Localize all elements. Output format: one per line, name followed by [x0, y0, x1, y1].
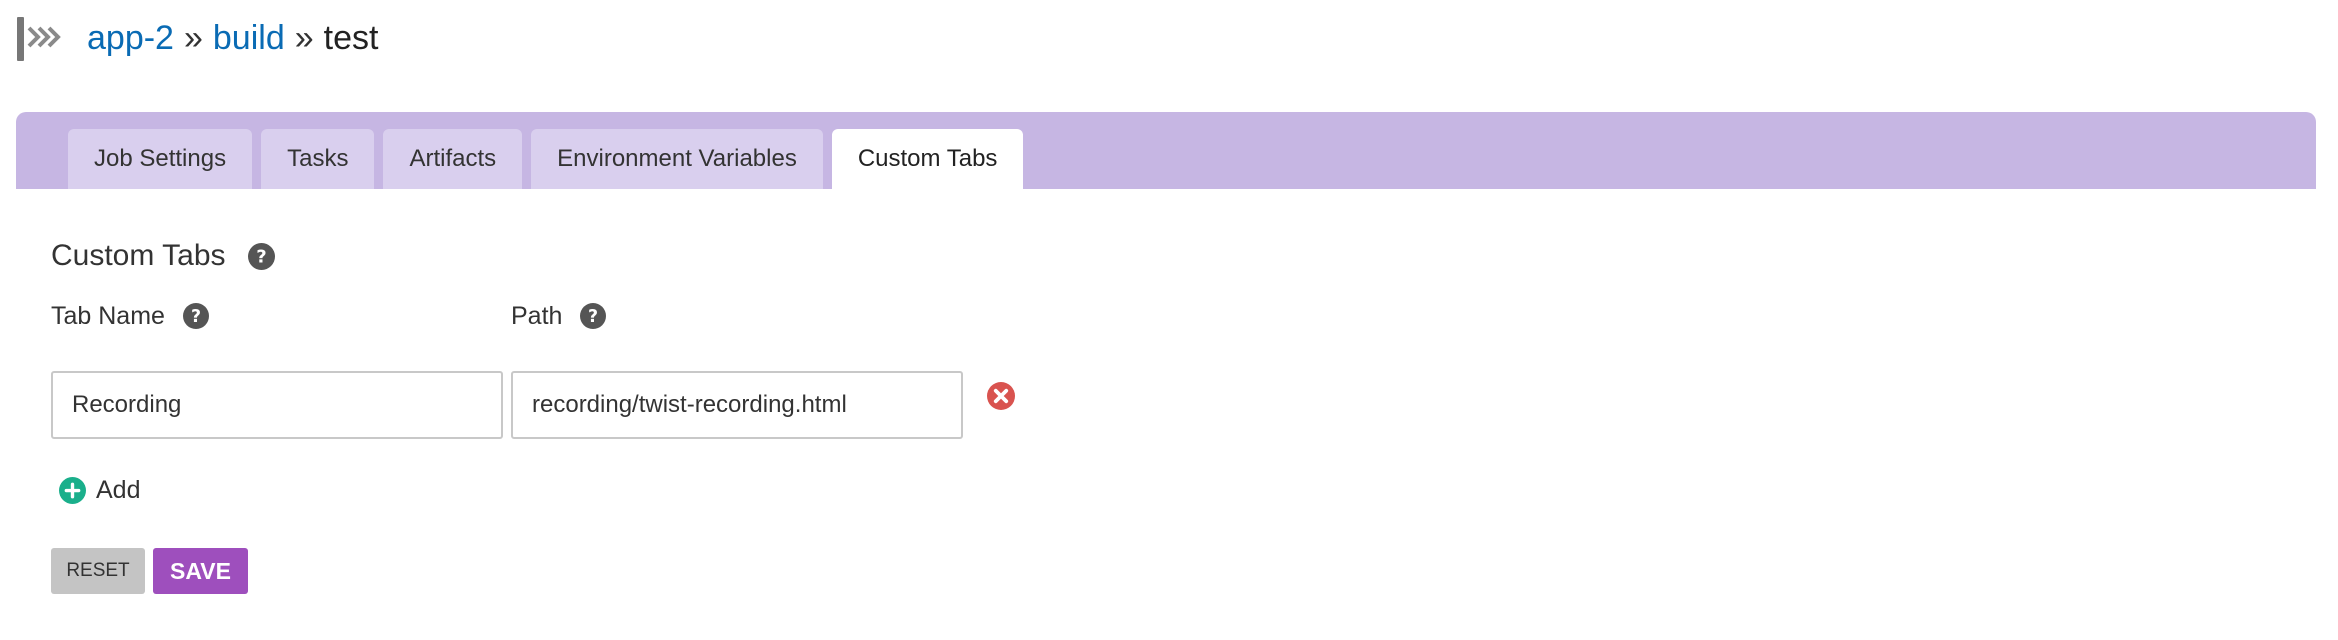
help-icon[interactable]: ? — [182, 303, 209, 329]
page-header: app-2 » build » test — [15, 12, 378, 64]
path-label: Path ? — [511, 296, 607, 336]
job-settings-tab-bar: Job Settings Tasks Artifacts Environment… — [16, 112, 2316, 189]
tab-name-input[interactable] — [51, 371, 503, 439]
custom-tabs-panel: Custom Tabs ? Tab Name ? Path ? Add — [51, 230, 1151, 594]
add-custom-tab-button[interactable]: Add — [59, 470, 140, 510]
section-title: Custom Tabs — [51, 239, 226, 272]
tab-custom-tabs[interactable]: Custom Tabs — [831, 129, 1024, 189]
reset-button[interactable]: RESET — [51, 548, 145, 594]
tab-artifacts[interactable]: Artifacts — [383, 129, 523, 189]
breadcrumb-separator: » — [183, 19, 203, 57]
tab-list: Job Settings Tasks Artifacts Environment… — [68, 129, 1024, 189]
breadcrumb: app-2 » build » test — [87, 21, 378, 55]
section-heading: Custom Tabs ? — [51, 230, 1151, 282]
tab-environment-variables[interactable]: Environment Variables — [531, 129, 823, 189]
custom-tab-row — [51, 371, 1015, 439]
save-button[interactable]: SAVE — [153, 548, 248, 594]
breadcrumb-separator: » — [294, 19, 314, 57]
help-icon[interactable]: ? — [247, 242, 275, 270]
tab-tasks[interactable]: Tasks — [261, 129, 375, 189]
breadcrumb-current-job: test — [323, 19, 379, 57]
form-actions: RESET SAVE — [51, 548, 248, 594]
path-input[interactable] — [511, 371, 963, 439]
plus-circle-icon — [59, 476, 86, 504]
field-labels: Tab Name ? Path ? — [51, 296, 1051, 336]
help-icon[interactable]: ? — [580, 303, 607, 329]
tab-job-settings[interactable]: Job Settings — [68, 129, 253, 189]
breadcrumb-stage-link[interactable]: build — [213, 21, 285, 55]
tab-name-label: Tab Name ? — [51, 296, 209, 336]
pipeline-arrows-icon — [15, 15, 63, 61]
tab-name-label-text: Tab Name — [51, 301, 165, 330]
remove-row-icon[interactable] — [987, 382, 1015, 410]
breadcrumb-pipeline-link[interactable]: app-2 — [87, 21, 174, 55]
svg-text:?: ? — [588, 307, 598, 327]
path-label-text: Path — [511, 301, 563, 330]
add-label: Add — [96, 475, 141, 504]
svg-text:?: ? — [256, 246, 266, 267]
svg-text:?: ? — [191, 307, 201, 327]
